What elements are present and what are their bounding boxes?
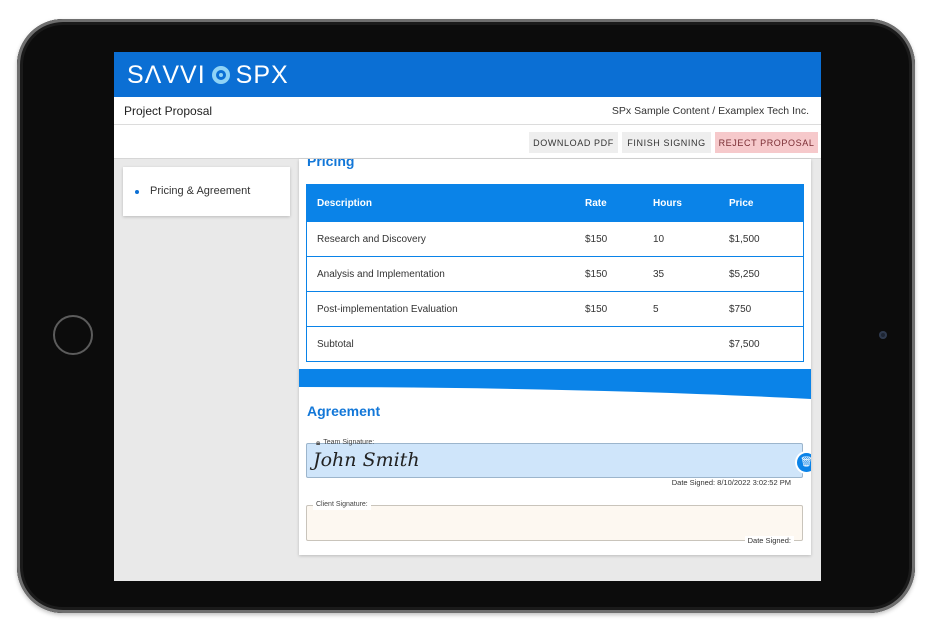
download-pdf-button[interactable]: DOWNLOAD PDF — [529, 132, 618, 153]
table-cell: $750 — [719, 291, 804, 327]
column-header: Hours — [643, 184, 719, 222]
sidebar-nav: Pricing & Agreement — [123, 167, 290, 216]
table-cell: Post-implementation Evaluation — [306, 291, 575, 327]
page-title: Project Proposal — [124, 104, 213, 118]
bullet-icon — [135, 190, 139, 194]
team-signature-name: John Smith — [313, 449, 420, 471]
table-row: Post-implementation Evaluation $150 5 $7… — [306, 291, 804, 327]
client-signature-label: Client Signature: — [313, 500, 371, 510]
finish-signing-button[interactable]: FINISH SIGNING — [622, 132, 711, 153]
logo-text-right: SPX — [235, 60, 289, 89]
table-cell: 5 — [643, 291, 719, 327]
table-cell: $1,500 — [719, 221, 804, 257]
action-bar: DOWNLOAD PDF FINISH SIGNING REJECT PROPO… — [114, 125, 821, 159]
table-cell: $5,250 — [719, 256, 804, 292]
pricing-heading: Pricing — [307, 159, 355, 169]
column-header: Rate — [575, 184, 643, 222]
table-cell: Research and Discovery — [306, 221, 575, 257]
logo-text-left: SΛVVI — [127, 60, 206, 89]
table-header-row: Description Rate Hours Price — [306, 184, 804, 222]
agreement-heading: Agreement — [307, 403, 381, 419]
table-cell: $150 — [575, 291, 643, 327]
section-divider-wave — [299, 369, 811, 399]
title-bar: Project Proposal SPx Sample Content / Ex… — [114, 97, 821, 125]
table-cell: $150 — [575, 221, 643, 257]
subtotal-row: Subtotal $7,500 — [306, 326, 804, 362]
brand-header: SΛVVI SPX — [114, 52, 821, 97]
table-cell: 35 — [643, 256, 719, 292]
column-header: Description — [306, 184, 575, 222]
team-signature-field[interactable]: 🔒︎ Team Signature: John Smith Date Signe… — [306, 438, 803, 487]
table-row: Analysis and Implementation $150 35 $5,2… — [306, 256, 804, 292]
table-cell: $150 — [575, 256, 643, 292]
table-cell: Analysis and Implementation — [306, 256, 575, 292]
proposal-document: Pricing Description Rate Hours Price Res… — [299, 159, 811, 555]
lock-icon: 🔒︎ — [316, 438, 321, 447]
logo-circle-icon — [211, 66, 230, 84]
savvi-spx-logo: SΛVVI SPX — [127, 61, 289, 89]
subtotal-label: Subtotal — [306, 326, 575, 362]
client-signature-field[interactable]: Client Signature: Date Signed: — [306, 500, 803, 545]
table-cell: 10 — [643, 221, 719, 257]
app-screen: SΛVVI SPX Project Proposal SPx Sample Co… — [114, 52, 821, 581]
home-button[interactable] — [53, 315, 93, 355]
team-signature-label: 🔒︎ Team Signature: — [313, 438, 377, 448]
team-signature-label-text: Team Signature: — [323, 439, 375, 446]
table-cell — [575, 326, 643, 362]
sidebar-item-pricing-agreement[interactable]: Pricing & Agreement — [150, 185, 250, 197]
table-cell — [643, 326, 719, 362]
subtotal-value: $7,500 — [719, 326, 804, 362]
team-date-signed: Date Signed: 8/10/2022 3:02:52 PM — [668, 478, 794, 487]
table-row: Research and Discovery $150 10 $1,500 — [306, 221, 804, 257]
camera-icon — [879, 331, 887, 339]
column-header: Price — [719, 184, 804, 222]
trash-icon[interactable]: 🗑︎ — [797, 453, 811, 472]
reject-proposal-button[interactable]: REJECT PROPOSAL — [715, 132, 818, 153]
pricing-table: Description Rate Hours Price Research an… — [306, 184, 804, 362]
breadcrumb: SPx Sample Content / Examplex Tech Inc. — [611, 105, 809, 117]
client-date-signed: Date Signed: — [744, 536, 794, 545]
